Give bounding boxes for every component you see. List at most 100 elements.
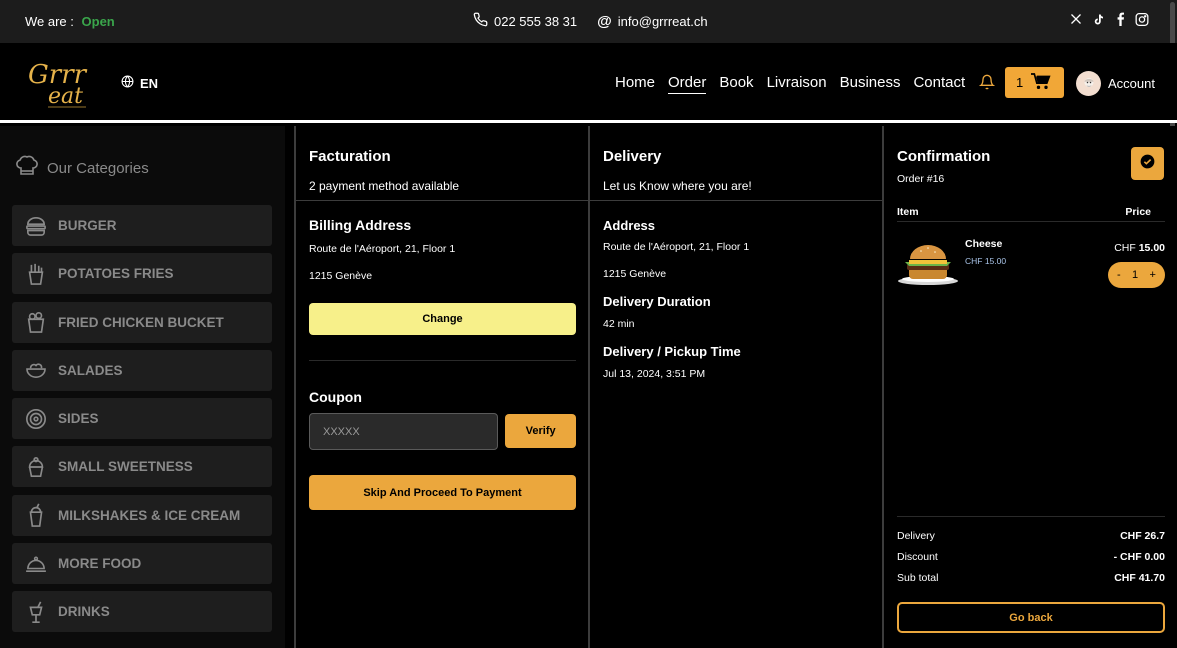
phone-icon xyxy=(473,12,488,30)
confirm-order-button[interactable] xyxy=(1131,147,1164,180)
coupon-input[interactable]: XXXXX xyxy=(309,413,499,450)
verify-coupon-button[interactable]: Verify xyxy=(505,414,576,448)
category-sides[interactable]: SIDES xyxy=(12,398,272,440)
account-menu[interactable]: Account xyxy=(1076,71,1155,96)
item-unit-price: CHF 15.00 xyxy=(965,256,1007,266)
salad-icon xyxy=(24,358,48,382)
category-label: SIDES xyxy=(58,411,99,427)
increase-quantity-button[interactable]: + xyxy=(1150,269,1156,281)
subtotal-label: Sub total xyxy=(897,572,939,584)
discount-value: - CHF 0.00 xyxy=(1113,551,1165,563)
cupcake-icon xyxy=(24,455,48,479)
burger-image xyxy=(897,236,959,286)
sides-icon xyxy=(24,407,48,431)
category-potatoes-fries[interactable]: POTATOES FRIES xyxy=(12,253,272,295)
main-nav: Home Order Book Livraison Business Conta… xyxy=(615,74,965,94)
delivery-address-line1: Route de l'Aéroport, 21, Floor 1 xyxy=(603,241,750,253)
item-currency: CHF xyxy=(1114,242,1136,254)
delivery-fee-label: Delivery xyxy=(897,530,935,542)
categories-title-text: Our Categories xyxy=(47,159,149,177)
email-address[interactable]: info@grrreat.ch xyxy=(618,14,708,29)
category-fried-chicken-bucket[interactable]: FRIED CHICKEN BUCKET xyxy=(12,301,272,343)
facturation-header: Facturation 2 payment method available xyxy=(296,126,589,201)
nav-livraison[interactable]: Livraison xyxy=(767,74,827,94)
coupon-row: XXXXX Verify xyxy=(309,413,576,450)
delivery-time-title: Delivery / Pickup Time xyxy=(603,344,741,359)
cart-icon xyxy=(1031,72,1051,93)
quantity-value: 1 xyxy=(1132,269,1139,281)
nav-book[interactable]: Book xyxy=(719,74,753,94)
globe-icon xyxy=(121,75,134,91)
delivery-title: Delivery xyxy=(603,148,662,165)
nav-contact[interactable]: Contact xyxy=(913,74,965,94)
price-column-header: Price xyxy=(1125,206,1151,218)
category-label: FRIED CHICKEN BUCKET xyxy=(58,314,224,330)
category-label: POTATOES FRIES xyxy=(58,266,174,282)
grrreat-logo[interactable]: Grrr eat xyxy=(26,55,110,111)
open-status: We are : Open xyxy=(25,14,115,29)
section-divider xyxy=(309,360,576,361)
avatar xyxy=(1076,71,1101,96)
decrease-quantity-button[interactable]: - xyxy=(1117,269,1121,281)
category-label: DRINKS xyxy=(58,604,110,620)
item-total-price: CHF 15.00 xyxy=(1114,242,1165,254)
subtotal-value: CHF 41.70 xyxy=(1114,572,1165,584)
cart-button[interactable]: 1 xyxy=(1005,67,1064,98)
billing-address-title: Billing Address xyxy=(309,217,412,233)
category-label: MORE FOOD xyxy=(58,556,142,572)
discount-label: Discount xyxy=(897,551,938,563)
proceed-to-payment-button[interactable]: Skip And Proceed To Payment xyxy=(309,475,576,510)
main-header: Grrr eat EN Home Order Book Livraison Bu… xyxy=(0,43,1177,123)
coupon-title: Coupon xyxy=(309,389,362,405)
order-totals: Delivery CHF 26.7 Discount - CHF 0.00 Su… xyxy=(897,516,1165,593)
at-icon: @ xyxy=(597,12,612,30)
phone-number[interactable]: 022 555 38 31 xyxy=(494,14,577,29)
order-item-row: Cheese CHF 15.00 CHF 15.00 - 1 + xyxy=(897,234,1165,294)
category-small-sweetness[interactable]: SMALL SWEETNESS xyxy=(12,446,272,488)
category-label: BURGER xyxy=(58,218,117,233)
confirmation-header: Confirmation Order #16 xyxy=(897,148,990,185)
facturation-subtitle: 2 payment method available xyxy=(309,179,460,193)
category-more-food[interactable]: MORE FOOD xyxy=(12,543,272,585)
quantity-stepper: - 1 + xyxy=(1108,262,1165,288)
delivery-address-title: Address xyxy=(603,218,656,233)
item-column-header: Item xyxy=(897,206,919,218)
status-value: Open xyxy=(81,14,115,29)
delivery-duration-value: 42 min xyxy=(603,318,635,330)
change-address-button[interactable]: Change xyxy=(309,303,576,335)
confirmation-title: Confirmation xyxy=(897,148,991,165)
category-burger[interactable]: BURGER xyxy=(12,205,272,246)
order-number: Order #16 xyxy=(897,173,945,185)
delivery-panel: Delivery Let us Know where you are! Addr… xyxy=(588,126,883,648)
confirmation-panel: Confirmation Order #16 Item Price Cheese xyxy=(882,126,1177,648)
tiktok-icon[interactable] xyxy=(1091,12,1105,26)
language-selector[interactable]: EN xyxy=(121,75,158,91)
nav-business[interactable]: Business xyxy=(840,74,901,94)
category-list: BURGER POTATOES FRIES FRIED CHICKEN BUCK… xyxy=(12,205,272,640)
categories-sidebar: Our Categories BURGER POTATOES FRIES FRI… xyxy=(0,126,285,648)
nav-order[interactable]: Order xyxy=(668,74,707,94)
discount-row: Discount - CHF 0.00 xyxy=(897,551,1165,563)
category-label: SALADES xyxy=(58,362,123,378)
bucket-icon xyxy=(24,310,48,334)
nav-home[interactable]: Home xyxy=(615,74,655,94)
instagram-icon[interactable] xyxy=(1135,12,1149,26)
item-total-value: 15.00 xyxy=(1138,242,1165,254)
category-milkshakes-ice-cream[interactable]: MILKSHAKES & ICE CREAM xyxy=(12,494,272,536)
chef-hat-icon xyxy=(15,154,39,182)
category-salades[interactable]: SALADES xyxy=(12,349,272,391)
check-badge-icon xyxy=(1140,154,1155,174)
fries-icon xyxy=(24,262,48,286)
notification-bell-icon[interactable] xyxy=(978,73,996,91)
item-info: Cheese CHF 15.00 xyxy=(965,238,1006,266)
category-label: SMALL SWEETNESS xyxy=(58,459,193,475)
item-name: Cheese xyxy=(965,238,1003,250)
go-back-button[interactable]: Go back xyxy=(897,602,1165,633)
facebook-icon[interactable] xyxy=(1113,12,1127,26)
category-drinks[interactable]: DRINKS xyxy=(12,591,272,633)
language-code: EN xyxy=(140,75,159,91)
subtotal-row: Sub total CHF 41.70 xyxy=(897,572,1165,584)
facturation-title: Facturation xyxy=(309,148,391,165)
delivery-details: Address Route de l'Aéroport, 21, Floor 1… xyxy=(590,201,883,380)
x-icon[interactable] xyxy=(1069,12,1083,26)
